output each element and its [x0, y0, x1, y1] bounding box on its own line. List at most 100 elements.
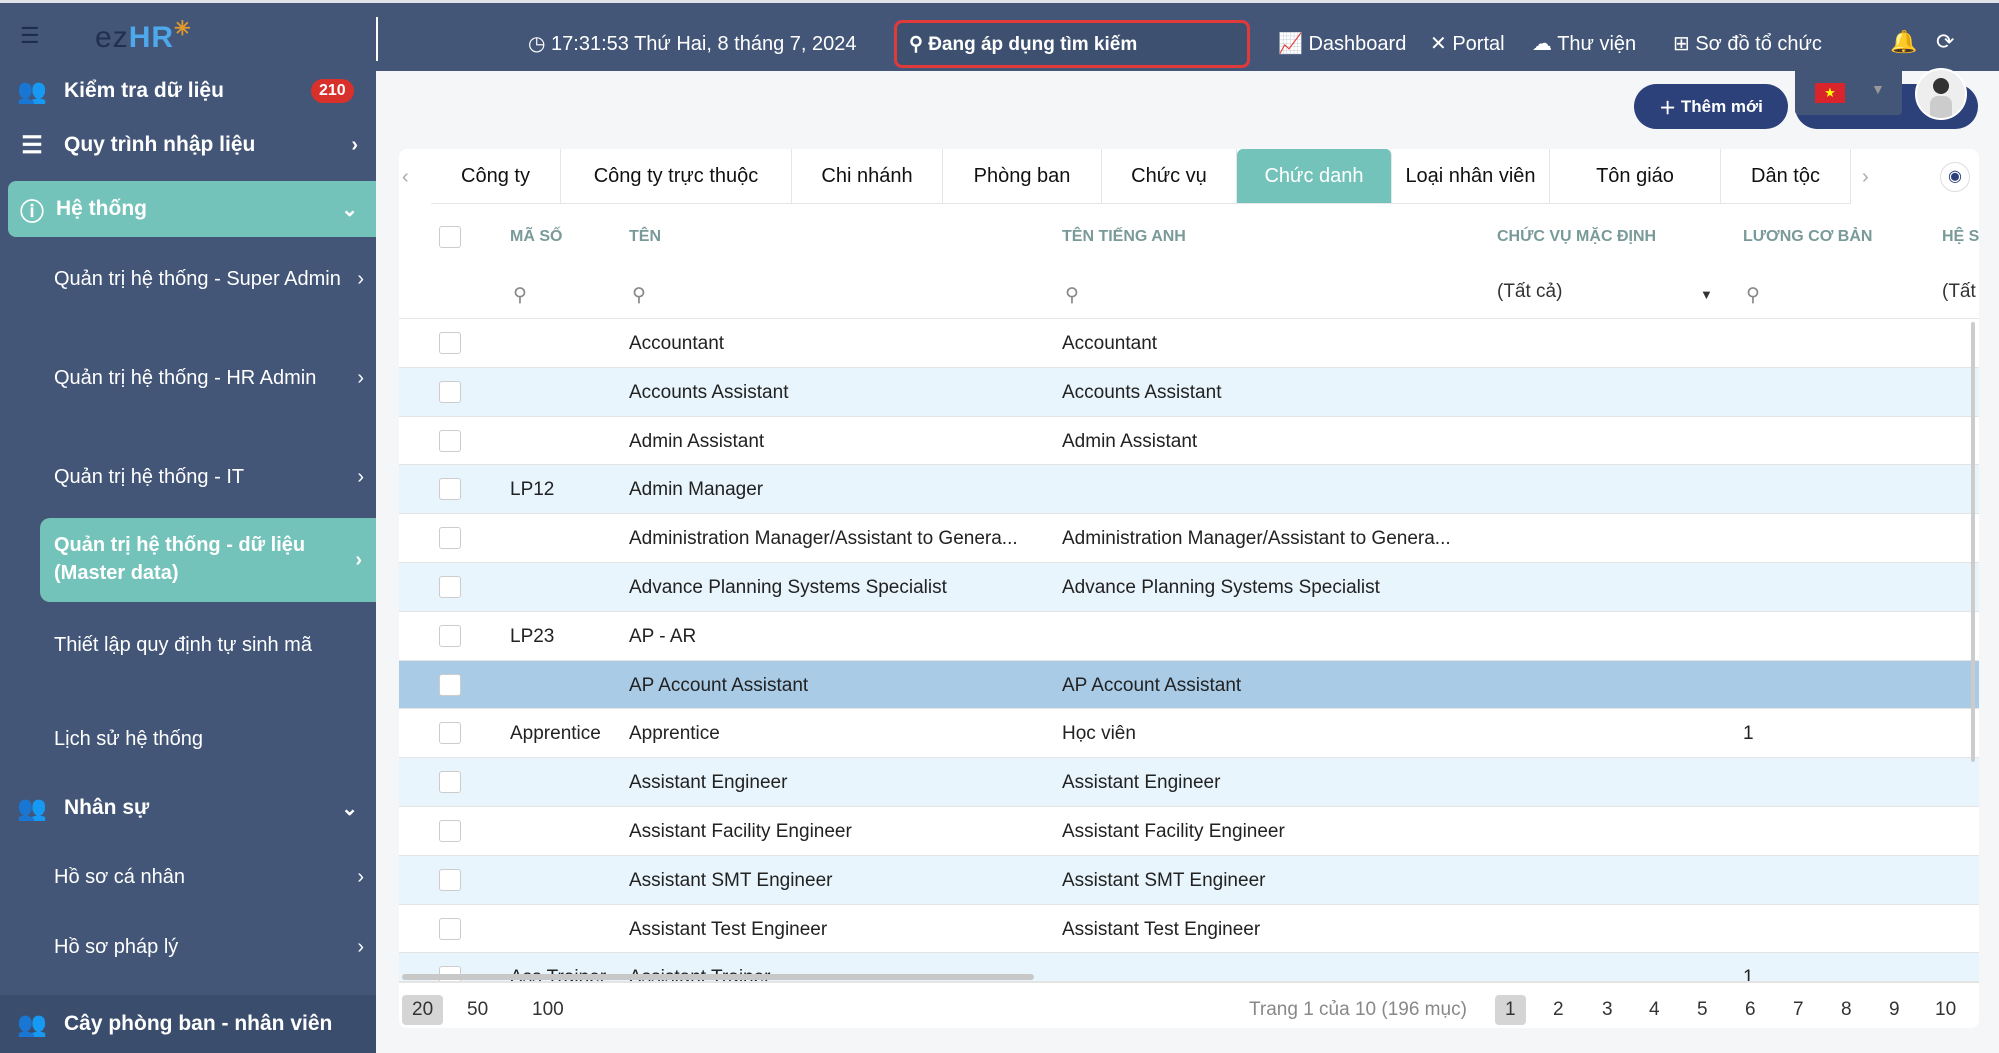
cell: Assistant Test Engineer — [1062, 918, 1261, 940]
row-checkbox[interactable] — [439, 429, 461, 452]
column-header[interactable]: TÊN — [629, 228, 661, 246]
search-box[interactable]: ⚲ Đang áp dụng tìm kiếm — [894, 20, 1250, 68]
tab-1[interactable]: Công ty trực thuộc — [561, 149, 792, 204]
cell: 1 — [1743, 967, 1754, 982]
bell-icon[interactable]: 🔔 — [1890, 29, 1917, 55]
sidebar-item-tree[interactable]: 👥 Cây phòng ban - nhân viên — [0, 995, 376, 1053]
row-checkbox[interactable] — [439, 624, 461, 647]
count-badge: 210 — [311, 79, 354, 103]
chevron-right-icon: › — [357, 268, 364, 290]
tab-scroll-left-icon[interactable]: ‹ — [402, 166, 409, 189]
row-checkbox[interactable] — [439, 868, 461, 891]
select-all-checkbox[interactable] — [439, 226, 461, 248]
cell: Assistant Facility Engineer — [629, 821, 852, 842]
sidebar-sub-master-data[interactable]: Quản trị hệ thống - dữ liệu (Master data… — [40, 518, 376, 602]
tab-3[interactable]: Phòng ban — [943, 149, 1102, 204]
page-button[interactable]: 7 — [1783, 995, 1814, 1025]
tab-8[interactable]: Dân tộc — [1721, 149, 1851, 204]
row-checkbox[interactable] — [439, 820, 461, 842]
column-header[interactable]: TÊN TIẾNG ANH — [1062, 228, 1186, 246]
table-row[interactable]: Assistant Facility Engineer Assistant Fac… — [399, 807, 1979, 856]
row-checkbox[interactable] — [439, 722, 461, 745]
page-button[interactable]: 1 — [1495, 995, 1526, 1025]
refresh-icon[interactable]: ⟳ — [1936, 29, 1954, 55]
row-checkbox[interactable] — [439, 917, 461, 940]
nav-label: Sơ đồ tổ chức — [1695, 33, 1822, 55]
sidebar-sub-profile[interactable]: Hồ sơ cá nhân › — [54, 863, 364, 891]
filter-select[interactable]: (Tất — [1942, 281, 1976, 303]
column-header[interactable]: CHỨC VỤ MẶC ĐỊNH — [1497, 228, 1656, 246]
cell: LP23 — [510, 625, 555, 647]
tab-0[interactable]: Công ty — [431, 149, 561, 204]
page-button[interactable]: 8 — [1831, 995, 1862, 1025]
horizontal-scrollbar[interactable] — [402, 974, 1034, 980]
page-size-option[interactable]: 50 — [457, 995, 498, 1025]
table-row[interactable]: AP Account Assistant AP Account Assistant — [399, 660, 1979, 710]
tab-5[interactable]: Chức danh — [1237, 149, 1392, 204]
menu-icon[interactable]: ☰ — [20, 23, 40, 49]
caret-down-icon[interactable]: ▼ — [1700, 287, 1713, 302]
sidebar-sub-history[interactable]: Lịch sử hệ thống — [54, 725, 354, 753]
nav-dashboard[interactable]: 📈 Dashboard — [1278, 31, 1406, 56]
column-header[interactable]: HỆ S — [1942, 228, 1979, 246]
vertical-scrollbar[interactable] — [1971, 322, 1975, 762]
row-checkbox[interactable] — [439, 332, 461, 354]
sidebar-item-process[interactable]: ☰ Quy trình nhập liệu › — [0, 123, 376, 167]
sidebar-item-system[interactable]: ⓘ Hệ thống ⌄ — [8, 181, 376, 237]
column-header[interactable]: MÃ SỐ — [510, 228, 562, 246]
table-row[interactable]: Assistant Engineer Assistant Engineer — [399, 758, 1979, 807]
tab-4[interactable]: Chức vụ — [1102, 149, 1237, 204]
sidebar-item-hr[interactable]: 👥 Nhân sự ⌄ — [0, 786, 376, 830]
tab-scroll-right-icon[interactable]: › — [1862, 166, 1869, 189]
table-row[interactable]: Assistant Test Engineer Assistant Test En… — [399, 904, 1979, 954]
sidebar-sub-legal[interactable]: Hồ sơ pháp lý › — [54, 933, 364, 961]
page-button[interactable]: 5 — [1687, 995, 1718, 1025]
page-button[interactable]: 10 — [1925, 995, 1966, 1025]
page-button[interactable]: 6 — [1735, 995, 1766, 1025]
page-size-option[interactable]: 100 — [522, 995, 574, 1025]
avatar[interactable] — [1915, 68, 1967, 120]
filter-search-icon[interactable]: ⚲ — [1065, 284, 1079, 307]
row-checkbox[interactable] — [439, 380, 461, 403]
filter-select[interactable]: (Tất cả) — [1497, 281, 1562, 303]
filter-search-icon[interactable]: ⚲ — [632, 284, 646, 307]
tab-2[interactable]: Chi nhánh — [792, 149, 943, 204]
table-row[interactable]: Administration Manager/Assistant to Gene… — [399, 514, 1979, 563]
nav-portal[interactable]: ✕ Portal — [1430, 31, 1505, 56]
table-row[interactable]: Apprentice Apprentice Học viên 1 — [399, 709, 1979, 759]
column-header[interactable]: LƯƠNG CƠ BẢN — [1743, 228, 1872, 246]
filter-search-icon[interactable]: ⚲ — [513, 284, 527, 307]
row-checkbox[interactable] — [439, 478, 461, 501]
row-checkbox[interactable] — [439, 771, 461, 794]
page-button[interactable]: 4 — [1639, 995, 1670, 1025]
table-row[interactable]: LP23 AP - AR — [399, 611, 1979, 661]
sidebar-sub-it[interactable]: Quản trị hệ thống - IT › — [54, 463, 364, 491]
logo[interactable]: ezHR✳ — [95, 18, 192, 55]
page-size-option[interactable]: 20 — [402, 995, 444, 1025]
language-dropdown[interactable]: ★ ▼ — [1795, 71, 1902, 115]
table-row[interactable]: LP12 Admin Manager — [399, 465, 1979, 515]
sidebar-sub-super-admin[interactable]: Quản trị hệ thống - Super Admin › — [54, 265, 364, 293]
table-row[interactable]: Advance Planning Systems Specialist Advan… — [399, 563, 1979, 612]
page-button[interactable]: 9 — [1879, 995, 1910, 1025]
row-checkbox[interactable] — [439, 673, 461, 696]
tab-7[interactable]: Tôn giáo — [1550, 149, 1721, 204]
row-checkbox[interactable] — [439, 576, 461, 598]
table-row[interactable]: Accounts Assistant Accounts Assistant — [399, 367, 1979, 417]
table-row[interactable]: Accountant Accountant — [399, 319, 1979, 368]
sidebar-sub-code-rules[interactable]: Thiết lập quy định tự sinh mã — [54, 631, 354, 659]
tab-6[interactable]: Loại nhân viên — [1392, 149, 1550, 204]
table-row[interactable]: Assistant SMT Engineer Assistant SMT Engi… — [399, 855, 1979, 905]
table-row[interactable]: Admin Assistant Admin Assistant — [399, 416, 1979, 466]
add-new-button[interactable]: ＋ Thêm mới — [1634, 84, 1788, 129]
page-button[interactable]: 3 — [1592, 995, 1623, 1025]
page-button[interactable]: 2 — [1543, 995, 1574, 1025]
sidebar-sub-hr-admin[interactable]: Quản trị hệ thống - HR Admin › — [54, 364, 364, 392]
nav-org-chart[interactable]: ⊞ Sơ đồ tổ chức — [1673, 31, 1822, 56]
cell: Accounts Assistant — [629, 381, 789, 403]
filter-search-icon[interactable]: ⚲ — [1746, 284, 1760, 307]
sidebar-item-check-data[interactable]: 👥 Kiểm tra dữ liệu 210 — [0, 71, 376, 111]
eye-icon[interactable]: ◉ — [1940, 162, 1970, 192]
row-checkbox[interactable] — [439, 527, 461, 550]
nav-library[interactable]: ☁ Thư viện — [1532, 31, 1636, 56]
